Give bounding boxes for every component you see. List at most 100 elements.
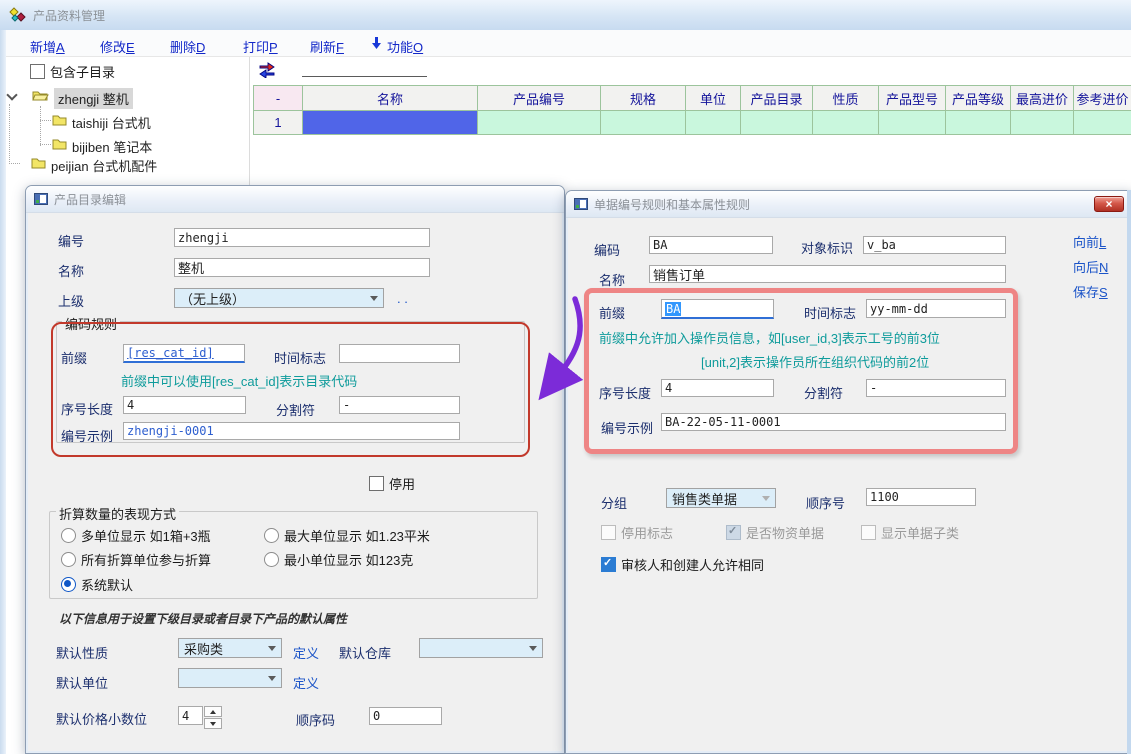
order-number-input[interactable]: 1100 — [866, 488, 976, 506]
convert-groupbox-legend: 折算数量的表现方式 — [56, 504, 179, 523]
checkbox-box[interactable] — [30, 64, 45, 79]
parent-select[interactable]: （无上级） — [174, 288, 384, 308]
radio-circle[interactable] — [61, 577, 76, 592]
checkbox-box[interactable] — [601, 557, 616, 572]
default-nature-select[interactable]: 采购类 — [178, 638, 282, 658]
price-decimal-input[interactable]: 4 — [178, 706, 203, 725]
folder-icon — [31, 156, 46, 169]
radio-circle[interactable] — [61, 528, 76, 543]
table-cell[interactable] — [879, 111, 946, 135]
parent-browse-link[interactable]: . . — [397, 291, 408, 306]
radio-circle[interactable] — [61, 552, 76, 567]
tree-item-bijiben[interactable]: bijiben 笔记本 — [72, 137, 152, 156]
name-input[interactable]: 整机 — [174, 258, 430, 277]
approver-creator-same-checkbox[interactable]: 审核人和创建人允许相同 — [601, 555, 764, 574]
toolbar-print-button[interactable]: 打印P — [243, 37, 278, 56]
default-nature-label: 默认性质 — [56, 643, 108, 662]
checkbox-box[interactable] — [369, 476, 384, 491]
radio-max-unit[interactable]: 最大单位显示 如1.23平米 — [264, 526, 430, 545]
disable-flag-checkbox: 停用标志 — [601, 523, 673, 542]
sequence-code-input[interactable]: 0 — [369, 707, 442, 725]
table-cell[interactable] — [1011, 111, 1074, 135]
default-warehouse-select[interactable] — [419, 638, 543, 658]
app-icon — [9, 7, 26, 23]
disable-checkbox[interactable]: 停用 — [369, 474, 415, 493]
main-titlebar: 产品资料管理 — [0, 0, 1131, 30]
annotation-arrow-icon — [528, 293, 592, 411]
tree-item-peijian[interactable]: peijian 台式机配件 — [51, 156, 157, 175]
dropdown-chevron-icon — [762, 496, 770, 501]
product-table: - 名称 产品编号 规格 单位 产品目录 性质 产品型号 产品等级 最高进价 参… — [253, 85, 1131, 135]
include-subdir-label: 包含子目录 — [50, 62, 115, 81]
code-input[interactable]: zhengji — [174, 228, 430, 247]
tree-item-taishiji[interactable]: taishiji 台式机 — [72, 113, 151, 132]
spinner-up-icon[interactable] — [204, 706, 222, 717]
column-header[interactable]: 最高进价 — [1011, 86, 1074, 111]
spinner-down-icon[interactable] — [204, 718, 222, 729]
radio-multi-unit[interactable]: 多单位显示 如1箱+3瓶 — [61, 526, 211, 545]
swap-columns-icon[interactable] — [258, 62, 276, 78]
tree-item-zhengji[interactable]: zhengji 整机 — [54, 88, 133, 109]
define-nature-link[interactable]: 定义 — [293, 643, 319, 662]
column-header[interactable]: 产品目录 — [741, 86, 813, 111]
doc-code-label: 编码 — [594, 240, 620, 259]
row-number-header[interactable]: - — [254, 86, 303, 111]
nav-prev-button[interactable]: 向前L — [1073, 232, 1106, 251]
checkbox-box — [601, 525, 616, 540]
toolbar-refresh-button[interactable]: 刷新F — [310, 37, 344, 56]
name-label: 名称 — [58, 261, 84, 280]
selected-cell[interactable] — [303, 111, 478, 135]
table-cell[interactable] — [1074, 111, 1131, 135]
object-id-input[interactable]: v_ba — [863, 236, 1006, 254]
define-unit-link[interactable]: 定义 — [293, 673, 319, 692]
column-header[interactable]: 参考进价 — [1074, 86, 1131, 111]
dialog-title: 产品目录编辑 — [54, 191, 126, 208]
radio-circle[interactable] — [264, 528, 279, 543]
column-header[interactable]: 产品型号 — [879, 86, 946, 111]
default-warehouse-label: 默认仓库 — [339, 643, 391, 662]
row-number-cell[interactable]: 1 — [254, 111, 303, 135]
defaults-note: 以下信息用于设置下级目录或者目录下产品的默认属性 — [59, 610, 347, 627]
doc-name-input[interactable]: 销售订单 — [649, 265, 1006, 283]
default-unit-label: 默认单位 — [56, 673, 108, 692]
annotation-salmon-box — [584, 288, 1018, 454]
form-icon — [574, 198, 588, 210]
nav-next-button[interactable]: 向后N — [1073, 257, 1108, 276]
radio-system-default[interactable]: 系统默认 — [61, 575, 133, 594]
radio-all-units[interactable]: 所有折算单位参与折算 — [61, 550, 211, 569]
column-header[interactable]: 名称 — [303, 86, 478, 111]
column-header[interactable]: 单位 — [686, 86, 741, 111]
toolbar-edit-button[interactable]: 修改E — [100, 37, 135, 56]
toolbar-delete-button[interactable]: 删除D — [170, 37, 205, 56]
rule-dialog-titlebar[interactable]: 单据编号规则和基本属性规则 — [566, 191, 1131, 218]
table-cell[interactable] — [686, 111, 741, 135]
column-header[interactable]: 产品等级 — [946, 86, 1011, 111]
doc-code-input[interactable]: BA — [649, 236, 773, 254]
locate-input[interactable] — [302, 61, 427, 77]
table-cell[interactable] — [946, 111, 1011, 135]
form-icon — [34, 193, 48, 205]
default-unit-select[interactable] — [178, 668, 282, 688]
radio-circle[interactable] — [264, 552, 279, 567]
save-button[interactable]: 保存S — [1073, 282, 1108, 301]
table-row[interactable]: 1 — [254, 111, 1131, 135]
tree-guide-line — [40, 106, 41, 146]
column-header[interactable]: 规格 — [601, 86, 686, 111]
column-header[interactable]: 产品编号 — [478, 86, 601, 111]
include-subdir-checkbox[interactable]: 包含子目录 — [30, 62, 115, 81]
toolbar-function-button[interactable]: 功能O — [387, 37, 423, 56]
table-cell[interactable] — [741, 111, 813, 135]
close-icon[interactable]: × — [1094, 196, 1124, 212]
toolbar-new-button[interactable]: 新增A — [30, 37, 65, 56]
dialog-right-edge — [1127, 190, 1131, 754]
folder-icon — [52, 137, 67, 150]
radio-min-unit[interactable]: 最小单位显示 如123克 — [264, 550, 413, 569]
code-label: 编号 — [58, 231, 84, 250]
price-decimal-stepper[interactable] — [204, 706, 222, 729]
table-cell[interactable] — [601, 111, 686, 135]
column-header[interactable]: 性质 — [813, 86, 879, 111]
catalog-dialog-titlebar[interactable]: 产品目录编辑 — [26, 186, 564, 213]
dropdown-chevron-icon — [370, 296, 378, 301]
table-cell[interactable] — [813, 111, 879, 135]
table-cell[interactable] — [478, 111, 601, 135]
